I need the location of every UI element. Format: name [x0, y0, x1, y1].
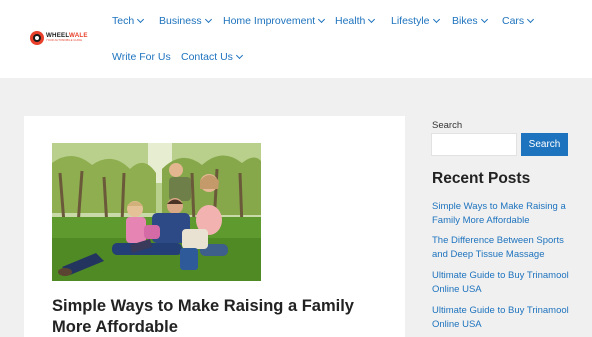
search-input[interactable] — [431, 133, 517, 156]
wheel-icon — [30, 31, 44, 45]
chevron-down-icon — [204, 15, 212, 23]
recent-post-link[interactable]: Ultimate Guide to Buy Trinamool Online U… — [432, 269, 582, 297]
nav-item-label: Write For Us — [112, 51, 171, 63]
nav-item-write-for-us[interactable]: Write For Us — [112, 51, 171, 63]
family-photo-image — [52, 143, 261, 281]
logo-text: WHEELWALE YOUR AUTOMOBILE GUIDE — [46, 32, 88, 43]
post-featured-image[interactable] — [52, 143, 261, 281]
nav-item-label: Lifestyle — [391, 15, 430, 27]
nav-item-label: Business — [159, 15, 202, 27]
chevron-down-icon — [480, 15, 488, 23]
nav-item-contact-us[interactable]: Contact Us — [181, 51, 243, 63]
site-logo[interactable]: WHEELWALE YOUR AUTOMOBILE GUIDE — [30, 29, 87, 47]
chevron-down-icon — [235, 51, 243, 59]
recent-post-link[interactable]: Simple Ways to Make Raising a Family Mor… — [432, 200, 582, 228]
nav-item-business[interactable]: Business — [159, 15, 212, 27]
recent-post-link[interactable]: Ultimate Guide to Buy Trinamool Online U… — [432, 304, 582, 332]
chevron-down-icon — [527, 15, 535, 23]
nav-item-tech[interactable]: Tech — [112, 15, 145, 27]
nav-item-bikes[interactable]: Bikes — [452, 15, 488, 27]
search-label: Search — [432, 120, 463, 131]
nav-item-home-improvement[interactable]: Home Improvement — [223, 15, 326, 27]
nav-item-lifestyle[interactable]: Lifestyle — [391, 15, 440, 27]
search-button[interactable]: Search — [521, 133, 568, 156]
recent-post-link[interactable]: The Difference Between Sports and Deep T… — [432, 234, 582, 262]
nav-item-label: Health — [335, 15, 366, 27]
logo-tagline: YOUR AUTOMOBILE GUIDE — [46, 39, 83, 43]
nav-item-label: Tech — [112, 15, 135, 27]
site-header: WHEELWALE YOUR AUTOMOBILE GUIDE Tech Bus… — [0, 0, 592, 78]
nav-item-cars[interactable]: Cars — [502, 15, 535, 27]
nav-item-label: Cars — [502, 15, 525, 27]
chevron-down-icon — [137, 15, 145, 23]
chevron-down-icon — [368, 15, 376, 23]
recent-posts-heading: Recent Posts — [432, 170, 531, 187]
nav-item-label: Bikes — [452, 15, 478, 27]
chevron-down-icon — [432, 15, 440, 23]
chevron-down-icon — [318, 15, 326, 23]
post-title[interactable]: Simple Ways to Make Raising a Family Mor… — [52, 296, 397, 337]
nav-item-label: Contact Us — [181, 51, 233, 63]
nav-item-label: Home Improvement — [223, 15, 316, 27]
nav-item-health[interactable]: Health — [335, 15, 376, 27]
